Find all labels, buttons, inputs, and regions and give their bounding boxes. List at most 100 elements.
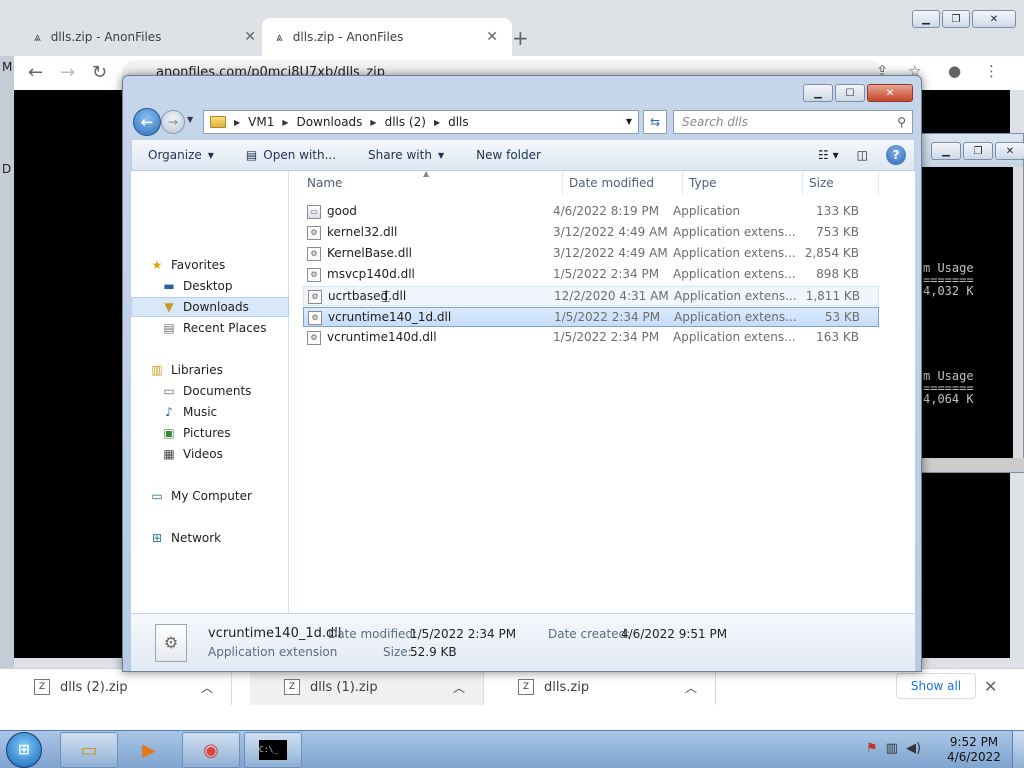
preview-pane-icon[interactable]: ◫	[857, 148, 868, 162]
address-dropdown-icon[interactable]: ▼	[626, 117, 632, 126]
command-prompt-icon: C:\_	[259, 740, 287, 760]
star-icon: ★	[151, 258, 163, 272]
console-scrollbar[interactable]	[1013, 167, 1023, 459]
close-icon[interactable]: ✕	[867, 84, 913, 102]
new-tab-icon[interactable]: +	[512, 26, 529, 50]
recent-pages-dropdown-icon[interactable]: ▼	[187, 115, 193, 124]
file-row[interactable]: ⚙ msvcp140d.dll 1/5/2022 2:34 PM Applica…	[303, 265, 879, 285]
nav-videos[interactable]: ▦ Videos	[131, 444, 289, 464]
file-row[interactable]: ⚙ kernel32.dll 3/12/2022 4:49 AM Applica…	[303, 223, 879, 243]
network-tray-icon[interactable]: ▥	[886, 741, 898, 756]
chevron-up-icon[interactable]: ︿	[201, 679, 213, 696]
reload-icon[interactable]: ↻	[92, 62, 107, 83]
search-input[interactable]: Search dlls ⚲	[673, 110, 913, 134]
volume-icon[interactable]: ◀)	[906, 741, 921, 756]
open-with-button[interactable]: ▤ Open with...	[230, 148, 352, 162]
nav-recent-places[interactable]: ▤ Recent Places	[131, 318, 289, 338]
console-titlebar[interactable]: ▁ ❐ ✕	[921, 134, 1024, 167]
folder-icon	[210, 116, 226, 128]
view-options-icon[interactable]: ☷ ▾	[818, 148, 839, 162]
share-with-button[interactable]: Share with ▼	[352, 148, 460, 162]
chevron-up-icon[interactable]: ︿	[685, 679, 697, 696]
nav-my-computer[interactable]: ▭ My Computer	[149, 486, 307, 506]
back-icon[interactable]: ←	[28, 62, 43, 83]
browser-tab-1[interactable]: ⩓ dlls.zip - AnonFiles ✕	[20, 18, 270, 56]
restore-icon[interactable]: ❐	[963, 142, 993, 160]
download-item[interactable]: Z dlls.zip ︿	[484, 669, 716, 705]
taskbar-media-player-button[interactable]: ▶	[120, 732, 178, 768]
forward-icon[interactable]: →	[60, 62, 75, 83]
file-row[interactable]: ⚙ vcruntime140d.dll 1/5/2022 2:34 PM App…	[303, 328, 879, 348]
chevron-up-icon[interactable]: ︿	[453, 679, 465, 696]
back-arrow-icon[interactable]: ←	[133, 108, 161, 136]
action-center-icon[interactable]: ⚑	[866, 741, 878, 756]
refresh-icon[interactable]: ⇆	[643, 110, 667, 134]
column-header-name[interactable]: Name ▲	[301, 169, 563, 195]
download-item[interactable]: Z dlls (2).zip ︿	[0, 669, 232, 705]
breadcrumb-item[interactable]: Downloads	[297, 115, 363, 129]
nav-label: Favorites	[171, 258, 226, 272]
details-date-created-label: Date created:	[548, 627, 631, 641]
organize-button[interactable]: Organize ▼	[132, 148, 230, 162]
help-icon[interactable]: ?	[886, 145, 906, 165]
download-item[interactable]: Z dlls (1).zip ︿	[250, 669, 484, 705]
taskbar-chrome-button[interactable]: ◉	[182, 732, 240, 768]
nav-favorites[interactable]: ★ Favorites	[149, 255, 307, 275]
nav-pictures[interactable]: ▣ Pictures	[131, 423, 289, 443]
dll-file-large-icon: ⚙	[155, 624, 187, 662]
close-downloads-icon[interactable]: ✕	[984, 677, 997, 696]
file-size: 133 KB	[816, 204, 859, 218]
minimize-icon[interactable]: ▁	[912, 10, 940, 28]
details-pane: ⚙ vcruntime140_1d.dll Application extens…	[131, 613, 915, 671]
nav-documents[interactable]: ▭ Documents	[131, 381, 289, 401]
close-icon[interactable]: ✕	[972, 10, 1016, 28]
music-icon: ♪	[165, 405, 173, 419]
console-window[interactable]: ▁ ❐ ✕ m Usage ======= 4,032 K m Usage ==…	[920, 133, 1024, 473]
documents-icon: ▭	[163, 384, 175, 398]
browser-tab-2[interactable]: ⩓ dlls.zip - AnonFiles ✕	[262, 18, 512, 56]
start-button[interactable]: ⊞	[6, 732, 42, 768]
column-header-size[interactable]: Size	[803, 171, 879, 195]
column-header-type[interactable]: Type	[683, 171, 803, 195]
nav-downloads[interactable]: ▼ Downloads	[131, 297, 289, 317]
details-date-modified: 1/5/2022 2:34 PM	[410, 627, 517, 641]
show-desktop-button[interactable]	[1012, 731, 1024, 768]
nav-music[interactable]: ♪ Music	[131, 402, 289, 422]
breadcrumb-separator-icon[interactable]: ▶	[370, 118, 376, 127]
libraries-icon: ▥	[151, 363, 163, 377]
address-breadcrumb[interactable]: ▶ VM1 ▶ Downloads ▶ dlls (2) ▶ dlls ▼	[203, 110, 639, 134]
nav-desktop[interactable]: ▬ Desktop	[131, 276, 289, 296]
file-row[interactable]: ⚙ KernelBase.dll 3/12/2022 4:49 AM Appli…	[303, 244, 879, 264]
menu-icon[interactable]: ⋮	[984, 62, 999, 80]
close-tab-icon[interactable]: ✕	[486, 29, 498, 45]
breadcrumb-item[interactable]: VM1	[248, 115, 274, 129]
tab-title: dlls.zip - AnonFiles	[50, 30, 162, 44]
breadcrumb-separator-icon[interactable]: ▶	[282, 118, 288, 127]
breadcrumb-separator-icon[interactable]: ▶	[434, 118, 440, 127]
taskbar-clock[interactable]: 9:52 PM 4/6/2022	[946, 735, 1002, 765]
column-header-date[interactable]: Date modified	[563, 171, 683, 195]
search-icon[interactable]: ⚲	[897, 111, 906, 133]
forward-arrow-icon[interactable]: →	[161, 110, 185, 134]
restore-icon[interactable]: ❐	[942, 10, 970, 28]
taskbar-explorer-button[interactable]: ▭	[60, 732, 118, 768]
nav-network[interactable]: ⊞ Network	[149, 528, 307, 548]
breadcrumb-item[interactable]: dlls	[448, 115, 469, 129]
maximize-icon[interactable]: ☐	[835, 84, 865, 102]
minimize-icon[interactable]: ▁	[931, 142, 961, 160]
nav-libraries[interactable]: ▥ Libraries	[149, 360, 307, 380]
breadcrumb-separator-icon[interactable]: ▶	[234, 118, 240, 127]
show-all-button[interactable]: Show all	[896, 673, 976, 699]
details-size-label: Size:	[383, 645, 412, 659]
details-date-modified-label: Date modified:	[328, 627, 418, 641]
minimize-icon[interactable]: ▁	[803, 84, 833, 102]
breadcrumb-item[interactable]: dlls (2)	[385, 115, 426, 129]
new-folder-button[interactable]: New folder	[460, 148, 557, 162]
profile-icon[interactable]: ●	[948, 62, 961, 80]
file-row[interactable]: ▭ good 4/6/2022 8:19 PM Application 133 …	[303, 202, 879, 222]
taskbar-cmd-button[interactable]: C:\_	[244, 732, 302, 768]
file-row-selected[interactable]: ⚙ vcruntime140_1d.dll 1/5/2022 2:34 PM A…	[303, 307, 879, 327]
chrome-icon: ◉	[203, 739, 219, 761]
close-tab-icon[interactable]: ✕	[244, 29, 256, 45]
close-icon[interactable]: ✕	[995, 142, 1024, 160]
